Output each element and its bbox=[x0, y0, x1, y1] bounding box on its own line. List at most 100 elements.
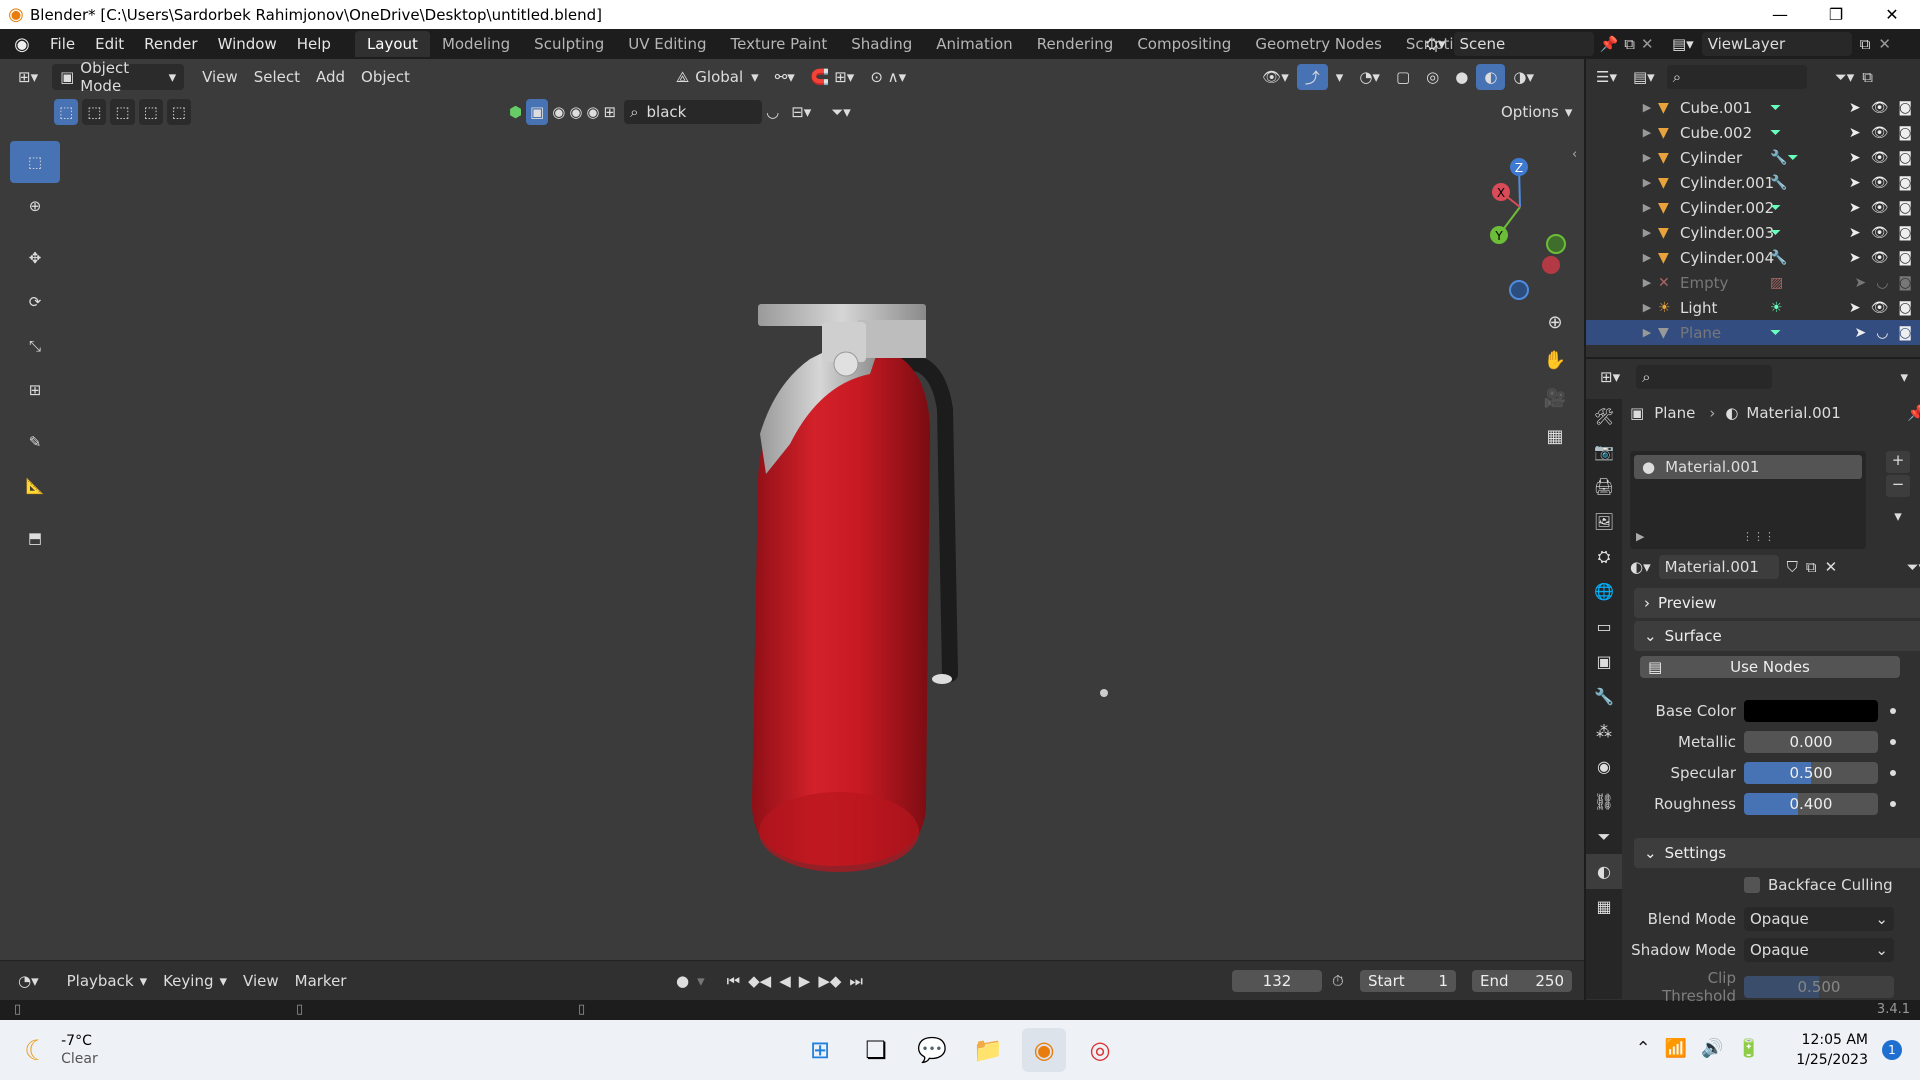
filter-material-icon[interactable]: ◉ bbox=[569, 103, 582, 121]
scene-field[interactable]: Scene bbox=[1453, 32, 1594, 56]
material-tab-icon[interactable]: ◐ bbox=[1586, 854, 1622, 889]
notification-badge[interactable]: 1 bbox=[1882, 1040, 1902, 1060]
light-object[interactable] bbox=[1100, 689, 1108, 697]
jump-start-icon[interactable]: ⏮ bbox=[727, 972, 741, 990]
clear-search-icon[interactable]: ◡ bbox=[766, 103, 779, 121]
base-color-swatch[interactable] bbox=[1744, 700, 1878, 722]
measure-tool-icon[interactable]: 📐 bbox=[10, 465, 60, 507]
new-view-layer-icon[interactable]: ⧉ bbox=[1860, 35, 1871, 53]
pan-hand-icon[interactable]: ✋ bbox=[1538, 343, 1572, 377]
data-tab-icon[interactable]: ⏷ bbox=[1586, 819, 1622, 854]
outliner-item[interactable]: ▶ ▼ Cube.002 ⏷ ➤ 👁 ◙ bbox=[1586, 120, 1920, 145]
render-tab-icon[interactable]: 📷 bbox=[1586, 434, 1622, 469]
eye-icon[interactable]: 👁 bbox=[1871, 300, 1889, 316]
outliner-editor-icon[interactable]: ☰▾ bbox=[1596, 68, 1617, 86]
tab-compositing[interactable]: Compositing bbox=[1125, 31, 1243, 57]
specular-slider[interactable]: 0.500 bbox=[1744, 762, 1878, 784]
properties-editor-icon[interactable]: ⊞▾ bbox=[1600, 368, 1620, 386]
view-layer-icon[interactable]: ▤▾ bbox=[1672, 35, 1694, 53]
add-slot-button[interactable]: + bbox=[1886, 451, 1910, 473]
menu-render[interactable]: Render bbox=[134, 35, 207, 53]
keyframe-dot-icon[interactable] bbox=[1890, 770, 1896, 776]
expand-arrow-icon[interactable]: ▶ bbox=[1636, 276, 1658, 289]
roughness-slider[interactable]: 0.400 bbox=[1744, 793, 1878, 815]
chevron-up-icon[interactable]: ⌃ bbox=[1636, 1038, 1651, 1059]
material-filter-icon[interactable]: ⬢ bbox=[509, 103, 522, 121]
select-arrow-icon[interactable]: ➤ bbox=[1849, 200, 1861, 216]
mode-dropdown[interactable]: ▣ Object Mode ▾ bbox=[52, 59, 185, 95]
menu-edit[interactable]: Edit bbox=[85, 35, 134, 53]
select-arrow-icon[interactable]: ➤ bbox=[1849, 100, 1861, 116]
outliner-item[interactable]: ▶ ☀ Light ☀ ➤ 👁 ◙ bbox=[1586, 295, 1920, 320]
navigation-gizmo[interactable]: Z Y X bbox=[1464, 137, 1582, 307]
unlink-material-icon[interactable]: ✕ bbox=[1825, 558, 1838, 576]
select-arrow-icon[interactable]: ➤ bbox=[1849, 125, 1861, 141]
current-frame-field[interactable]: 132 bbox=[1232, 969, 1322, 992]
expand-arrow-icon[interactable]: ▶ bbox=[1636, 101, 1658, 114]
surface-panel-header[interactable]: ⌄ Surface bbox=[1634, 621, 1920, 651]
camera-icon[interactable]: ◙ bbox=[1898, 325, 1912, 341]
keyframe-dot-icon[interactable] bbox=[1890, 708, 1896, 714]
minimize-button[interactable]: — bbox=[1752, 0, 1808, 29]
rotate-tool-icon[interactable]: ⟳ bbox=[10, 281, 60, 323]
scale-tool-icon[interactable]: ⤡ bbox=[10, 325, 60, 367]
pin-icon[interactable]: 📌 bbox=[1907, 404, 1920, 422]
playback-dropdown[interactable]: Playback ▾ bbox=[59, 968, 155, 994]
use-nodes-button[interactable]: ▤ Use Nodes bbox=[1640, 656, 1900, 678]
wireframe-shading-icon[interactable]: ◎ bbox=[1418, 64, 1447, 90]
stopwatch-icon[interactable]: ⏱ bbox=[1332, 972, 1344, 990]
modifier-tab-icon[interactable]: 🔧 bbox=[1586, 679, 1622, 714]
fire-extinguisher-model[interactable] bbox=[730, 234, 1010, 894]
preview-panel-header[interactable]: › Preview bbox=[1634, 588, 1920, 618]
zoom-icon[interactable]: ⊕ bbox=[1538, 305, 1572, 339]
perspective-grid-icon[interactable]: ▦ bbox=[1538, 419, 1572, 453]
outliner-item[interactable]: ▶ ▼ Plane ⏷ ➤ ◡ ◙ bbox=[1586, 320, 1920, 345]
play-reverse-icon[interactable]: ◀ bbox=[779, 972, 791, 990]
prev-keyframe-icon[interactable]: ◆◀ bbox=[748, 972, 771, 990]
metallic-slider[interactable]: 0.000 bbox=[1744, 731, 1878, 753]
chrome-app-icon[interactable]: ◎ bbox=[1078, 1028, 1122, 1072]
shadow-mode-dropdown[interactable]: Opaque ⌄ bbox=[1744, 938, 1894, 962]
sort-icon[interactable]: ⊟▾ bbox=[783, 99, 819, 125]
tab-geometry-nodes[interactable]: Geometry Nodes bbox=[1243, 31, 1394, 57]
tab-texture-paint[interactable]: Texture Paint bbox=[718, 31, 839, 57]
outliner-item[interactable]: ▶ ▼ Cylinder.004 🔧 ➤ 👁 ◙ bbox=[1586, 245, 1920, 270]
record-icon[interactable]: ● bbox=[676, 972, 689, 990]
collection-tab-icon[interactable]: ▭ bbox=[1586, 609, 1622, 644]
particles-tab-icon[interactable]: ⁂ bbox=[1586, 714, 1622, 749]
gizmo-neg-z[interactable] bbox=[1509, 280, 1529, 300]
material-name-field[interactable]: Material.001 bbox=[1658, 555, 1779, 579]
camera-icon[interactable]: ◙ bbox=[1898, 250, 1912, 266]
next-keyframe-icon[interactable]: ▶◆ bbox=[818, 972, 841, 990]
outliner-item[interactable]: ▶ ▼ Cube.001 ⏷ ➤ 👁 ◙ bbox=[1586, 95, 1920, 120]
teams-chat-icon[interactable]: 💬 bbox=[910, 1028, 954, 1072]
fake-user-icon[interactable]: ⛉ bbox=[1787, 558, 1798, 576]
remove-scene-icon[interactable]: ✕ bbox=[1641, 35, 1654, 53]
blender-menu-icon[interactable]: ◉ bbox=[10, 32, 34, 56]
3d-viewport[interactable]: ⊞▾ ▣ Object Mode ▾ View Select Add Objec… bbox=[0, 59, 1584, 960]
xray-icon[interactable]: ▢ bbox=[1388, 64, 1418, 90]
close-button[interactable]: ✕ bbox=[1864, 0, 1920, 29]
outliner-item[interactable]: ▶ ✕ Empty ▨ ➤ ◡ ◙ bbox=[1586, 270, 1920, 295]
jump-end-icon[interactable]: ⏭ bbox=[849, 972, 863, 990]
tab-animation[interactable]: Animation bbox=[924, 31, 1024, 57]
new-scene-icon[interactable]: ⧉ bbox=[1624, 35, 1635, 53]
select-arrow-icon[interactable]: ➤ bbox=[1849, 175, 1861, 191]
eye-icon[interactable]: 👁 bbox=[1871, 125, 1889, 141]
world-tab-icon[interactable]: 🌐 bbox=[1586, 574, 1622, 609]
camera-icon[interactable]: ◙ bbox=[1898, 200, 1912, 216]
camera-icon[interactable]: ◙ bbox=[1898, 300, 1912, 316]
timeline-editor-icon[interactable]: ◔▾ bbox=[10, 968, 47, 994]
task-view-icon[interactable]: ❏ bbox=[854, 1028, 898, 1072]
filter-world-icon[interactable]: ◉ bbox=[586, 103, 599, 121]
add-cube-tool-icon[interactable]: ⬒ bbox=[10, 517, 60, 559]
volume-icon[interactable]: 🔊 bbox=[1701, 1038, 1723, 1059]
tool-tab-icon[interactable]: 🛠 bbox=[1586, 399, 1622, 434]
keying-dropdown[interactable]: Keying ▾ bbox=[155, 968, 235, 994]
select-box-tool-icon[interactable]: ⬚ bbox=[10, 141, 60, 183]
editor-type-icon[interactable]: ⊞▾ bbox=[10, 64, 46, 90]
keyframe-dot-icon[interactable] bbox=[1890, 739, 1896, 745]
outliner-item[interactable]: ▶ ▼ Cylinder.001 🔧 ➤ 👁 ◙ bbox=[1586, 170, 1920, 195]
physics-tab-icon[interactable]: ◉ bbox=[1586, 749, 1622, 784]
overlays-icon[interactable]: ◔▾ bbox=[1351, 64, 1388, 90]
